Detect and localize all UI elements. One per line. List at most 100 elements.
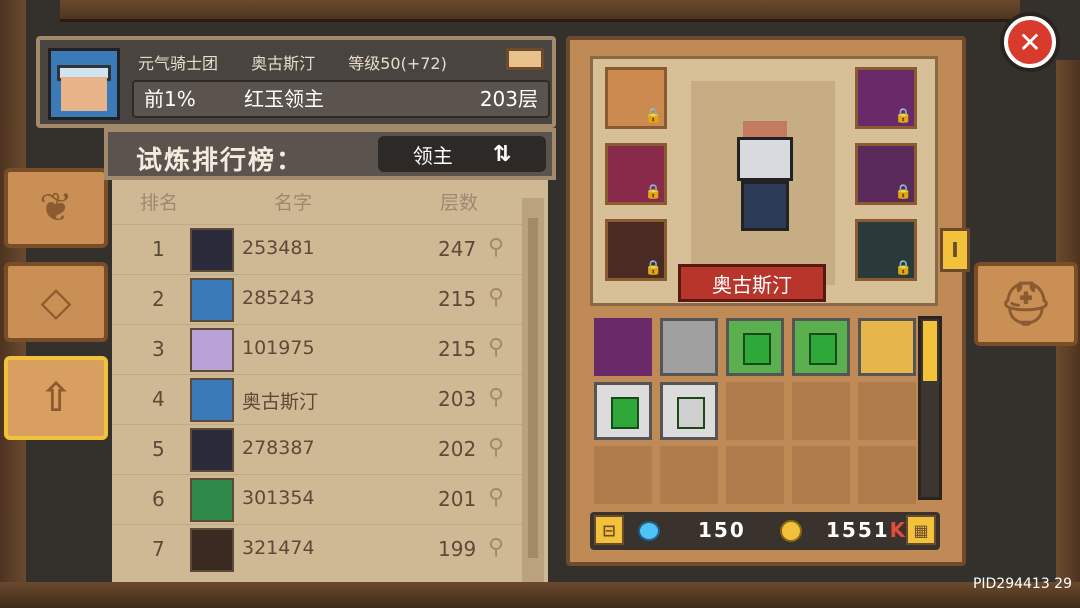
- player-rank-row: 前1% 红玉领主 203层: [132, 80, 550, 118]
- leaderboard-scrollbar[interactable]: [522, 198, 544, 582]
- switch-icon: ⇅: [492, 141, 512, 167]
- row-floor: 201: [438, 487, 477, 511]
- magnifier-icon[interactable]: ⚲: [488, 385, 504, 410]
- lock-button[interactable]: ⊟: [594, 515, 624, 545]
- equip-slot-skull[interactable]: 🔒: [605, 67, 667, 129]
- currency-bar: ⊟ 150 1551K ▦: [590, 512, 940, 550]
- lock-icon: 🔒: [894, 260, 912, 276]
- table-row[interactable]: 7 321474 199 ⚲: [112, 524, 522, 574]
- hero-sprite: [725, 121, 801, 231]
- inventory-slot[interactable]: [660, 446, 718, 504]
- table-row[interactable]: 4 奥古斯汀 203 ⚲: [112, 374, 522, 424]
- inventory-slot[interactable]: [594, 446, 652, 504]
- column-name: 名字: [274, 192, 313, 214]
- inventory-slot[interactable]: [792, 446, 850, 504]
- character-button[interactable]: ⛑: [974, 262, 1078, 346]
- inventory-slot[interactable]: [858, 446, 916, 504]
- lock-icon: ⊟: [602, 520, 616, 540]
- avatar: [48, 48, 120, 120]
- leaf-icon: ❦: [39, 185, 73, 231]
- character-nameplate: 奥古斯汀: [678, 264, 826, 302]
- close-button[interactable]: ✕: [1004, 16, 1056, 68]
- avatar: [190, 428, 234, 472]
- table-row[interactable]: 6 301354 201 ⚲: [112, 474, 522, 524]
- magnifier-icon[interactable]: ⚲: [488, 435, 504, 460]
- magnifier-icon[interactable]: ⚲: [488, 285, 504, 310]
- player-id: PID294413 29: [972, 576, 1072, 592]
- avatar: [190, 378, 234, 422]
- inventory-slot[interactable]: [726, 446, 784, 504]
- inventory-scrollbar[interactable]: [918, 316, 942, 500]
- boss-filter-button[interactable]: 领主 ⇅: [378, 136, 546, 172]
- equip-slot-helmet[interactable]: 🔒: [855, 143, 917, 205]
- row-name: 278387: [242, 437, 315, 459]
- inventory-slot[interactable]: [660, 382, 718, 440]
- tab-leaderboard[interactable]: ⇧: [4, 356, 108, 440]
- grid-button[interactable]: ▦: [906, 515, 936, 545]
- equip-slot-armor[interactable]: 🔒: [605, 219, 667, 281]
- character-panel: 🔒 🔒 🔒 🔒 🔒 🔒 奥古斯汀 Ⅰ ⊟ 150 1551K ▦: [566, 36, 970, 566]
- row-name: 301354: [242, 487, 315, 509]
- inventory-slot[interactable]: [660, 318, 718, 376]
- lock-icon: 🔒: [644, 260, 662, 276]
- potion-icon: [743, 333, 771, 365]
- player-info-panel: 元气骑士团 奥古斯汀 等级50(+72) 前1% 红玉领主 203层: [36, 36, 556, 128]
- inventory-slot[interactable]: [792, 382, 850, 440]
- row-floor: 199: [438, 537, 477, 561]
- magnifier-icon[interactable]: ⚲: [488, 485, 504, 510]
- table-row[interactable]: 2 285243 215 ⚲: [112, 274, 522, 324]
- equip-slot-mask[interactable]: 🔒: [605, 143, 667, 205]
- equip-slot-plant[interactable]: 🔒: [855, 67, 917, 129]
- inventory-slot[interactable]: [594, 382, 652, 440]
- row-floor: 215: [438, 337, 477, 361]
- table-row[interactable]: 1 253481 247 ⚲: [112, 224, 522, 274]
- inventory-slot[interactable]: [858, 382, 916, 440]
- table-row[interactable]: 3 101975 215 ⚲: [112, 324, 522, 374]
- guild-name: 元气骑士团: [138, 54, 219, 73]
- table-row[interactable]: 5 278387 202 ⚲: [112, 424, 522, 474]
- row-floor: 215: [438, 287, 477, 311]
- avatar: [190, 328, 234, 372]
- row-floor: 202: [438, 437, 477, 461]
- tab-leaf[interactable]: ❦: [4, 168, 108, 248]
- inventory-slot[interactable]: [594, 318, 652, 376]
- coin-suffix: K: [889, 518, 908, 542]
- lock-icon: 🔒: [894, 184, 912, 200]
- lock-icon: 🔒: [894, 108, 912, 124]
- tab-diamond[interactable]: ◇: [4, 262, 108, 342]
- leaderboard-header: 试炼排行榜： 领主 ⇅: [104, 128, 556, 180]
- scrollbar-thumb[interactable]: [923, 321, 937, 381]
- avatar: [190, 228, 234, 272]
- face-icon: [61, 77, 107, 111]
- inventory-slot[interactable]: [858, 318, 916, 376]
- inventory-grid: [594, 318, 918, 514]
- row-floor: 203: [438, 387, 477, 411]
- leaderboard-columns: 排名 名字 层数: [112, 180, 522, 220]
- inventory-slot[interactable]: [726, 318, 784, 376]
- armor-icon: [741, 181, 789, 231]
- info-tab-icon[interactable]: Ⅰ: [940, 228, 970, 272]
- magnifier-icon[interactable]: ⚲: [488, 535, 504, 560]
- potion-icon: [677, 397, 705, 429]
- gem-icon: [638, 521, 660, 541]
- wood-border-top: [60, 0, 1020, 22]
- rank-percent: 前1%: [144, 87, 196, 111]
- coin-icon: [780, 520, 802, 542]
- lock-icon: 🔒: [644, 108, 662, 124]
- row-rank: 4: [152, 387, 165, 411]
- equip-slot-weapon[interactable]: 🔒: [855, 219, 917, 281]
- row-rank: 6: [152, 487, 165, 511]
- magnifier-icon[interactable]: ⚲: [488, 335, 504, 360]
- scrollbar-thumb[interactable]: [528, 218, 538, 558]
- avatar: [190, 528, 234, 572]
- inventory-slot[interactable]: [726, 382, 784, 440]
- lock-icon: 🔒: [644, 184, 662, 200]
- magnifier-icon[interactable]: ⚲: [488, 235, 504, 260]
- coin-count: 1551: [826, 518, 890, 542]
- potion-icon: [809, 333, 837, 365]
- inventory-slot[interactable]: [792, 318, 850, 376]
- helmet-icon: [737, 137, 793, 181]
- ticket-icon[interactable]: [506, 48, 544, 70]
- gem-count: 150: [698, 518, 746, 542]
- podium-icon: ⇧: [39, 375, 73, 421]
